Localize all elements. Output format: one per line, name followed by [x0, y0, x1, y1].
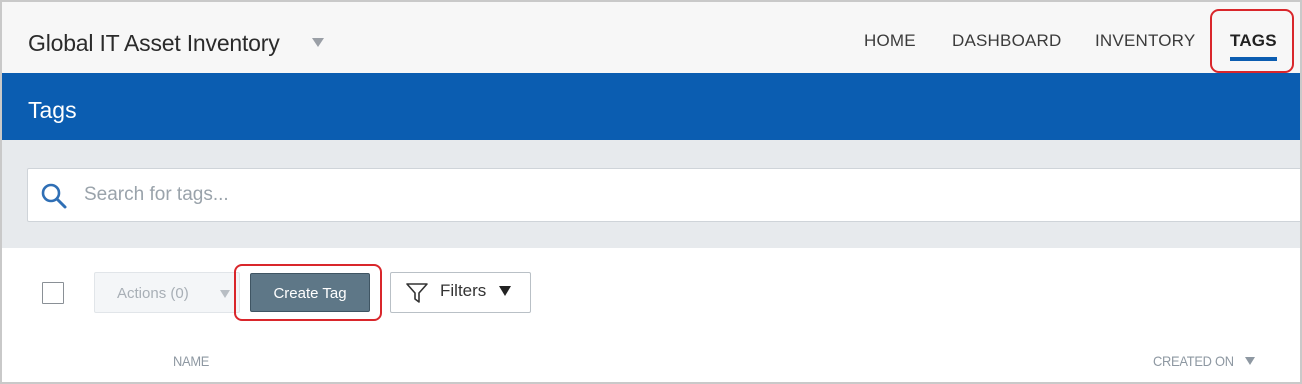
nav-item-dashboard[interactable]: DASHBOARD [952, 31, 1062, 51]
filter-icon [406, 283, 428, 303]
app-window: Global IT Asset Inventory HOME DASHBOARD… [0, 0, 1302, 384]
search-area [2, 140, 1300, 248]
page-title: Tags [28, 97, 77, 123]
search-icon [41, 183, 67, 209]
search-input[interactable] [84, 169, 1284, 221]
top-navigation-bar: Global IT Asset Inventory HOME DASHBOARD… [2, 2, 1300, 73]
tags-highlight-outline [1210, 9, 1294, 73]
app-title[interactable]: Global IT Asset Inventory [28, 30, 280, 57]
column-header-created-on[interactable]: CREATED ON [1153, 353, 1234, 369]
nav-item-home[interactable]: HOME [864, 31, 916, 51]
select-all-checkbox[interactable] [42, 282, 64, 304]
search-box[interactable] [27, 168, 1300, 222]
nav-item-inventory[interactable]: INVENTORY [1095, 31, 1195, 51]
chevron-down-icon [220, 290, 230, 298]
sort-descending-icon[interactable] [1245, 357, 1255, 365]
create-tag-highlight-outline [234, 264, 382, 321]
caret-down-icon [499, 286, 511, 296]
actions-label: Actions (0) [117, 285, 189, 302]
filters-button[interactable]: Filters [390, 272, 531, 313]
column-header-name[interactable]: NAME [173, 353, 209, 369]
caret-down-icon[interactable] [312, 38, 324, 47]
page-header: Tags [2, 73, 1300, 140]
actions-dropdown-button[interactable]: Actions (0) [94, 272, 240, 313]
filters-label: Filters [440, 281, 487, 300]
